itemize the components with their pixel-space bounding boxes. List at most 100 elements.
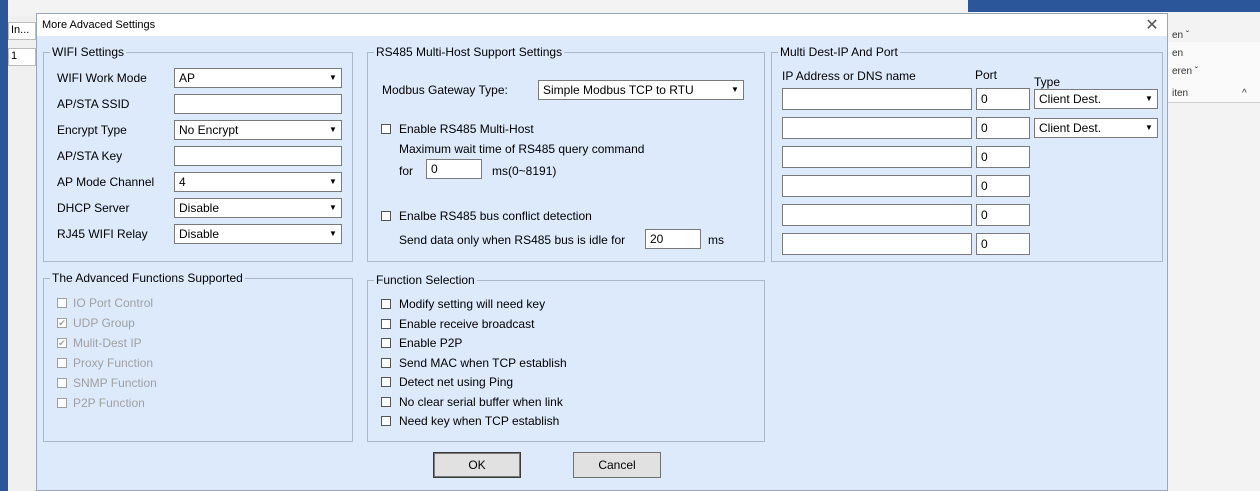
advanced-function-checkbox	[57, 298, 67, 308]
advanced-functions-group: The Advanced Functions Supported IO Port…	[43, 271, 353, 442]
idle-label: Send data only when RS485 bus is idle fo…	[399, 233, 626, 247]
cancel-button[interactable]: Cancel	[573, 452, 661, 478]
function-option-label: Enable receive broadcast	[399, 316, 535, 331]
dest-port-input[interactable]	[976, 146, 1030, 168]
advanced-function-label: Proxy Function	[73, 356, 154, 370]
ribbon-item[interactable]: en	[1172, 48, 1183, 59]
advanced-functions-legend: The Advanced Functions Supported	[50, 271, 245, 285]
encrypt-type-select[interactable]: No Encrypt ▼	[174, 120, 342, 140]
gateway-type-label: Modbus Gateway Type:	[382, 83, 508, 97]
collapse-ribbon-icon[interactable]: ^	[1242, 88, 1247, 99]
function-option-label: Send MAC when TCP establish	[399, 355, 567, 370]
dhcp-server-select[interactable]: Disable ▼	[174, 198, 342, 218]
conflict-detection-label: Enalbe RS485 bus conflict detection	[399, 209, 592, 223]
rj45-relay-select[interactable]: Disable ▼	[174, 224, 342, 244]
dest-type-value: Client Dest.	[1039, 92, 1102, 106]
wait-time-input[interactable]	[426, 159, 482, 179]
left-tab[interactable]: In...	[8, 22, 36, 40]
dialog-titlebar: More Advaced Settings ✕	[37, 14, 1167, 36]
enable-multihost-checkbox[interactable]	[381, 124, 391, 134]
dest-type-select[interactable]: Client Dest. ▼	[1034, 118, 1158, 138]
enable-multihost-label: Enable RS485 Multi-Host	[399, 122, 534, 136]
function-selection-group: Function Selection Modify setting will n…	[367, 273, 765, 442]
multi-dest-group: Multi Dest-IP And Port IP Address or DNS…	[771, 45, 1163, 262]
function-option-checkbox[interactable]	[381, 377, 391, 387]
advanced-function-checkbox	[57, 398, 67, 408]
close-icon[interactable]: ✕	[1142, 15, 1162, 35]
dest-type-select[interactable]: Client Dest. ▼	[1034, 89, 1158, 109]
rj45-relay-label: RJ45 WIFI Relay	[57, 227, 148, 241]
rs485-group: RS485 Multi-Host Support Settings Modbus…	[367, 45, 765, 262]
ip-column-header: IP Address or DNS name	[782, 69, 916, 83]
dest-port-input[interactable]	[976, 204, 1030, 226]
ssid-label: AP/STA SSID	[57, 97, 130, 111]
chevron-down-icon: ▼	[329, 203, 337, 212]
chevron-down-icon: ▼	[1145, 123, 1153, 132]
chevron-down-icon: ▼	[329, 73, 337, 82]
dest-ip-input[interactable]	[782, 88, 972, 110]
function-option-checkbox[interactable]	[381, 357, 391, 368]
advanced-function-label: UDP Group	[73, 316, 135, 330]
dialog-title: More Advaced Settings	[42, 19, 156, 31]
ribbon-item[interactable]: eren ˇ	[1172, 66, 1198, 77]
function-option-checkbox[interactable]	[381, 396, 391, 407]
ap-channel-select[interactable]: 4 ▼	[174, 172, 342, 192]
function-option-label: Modify setting will need key	[399, 297, 546, 311]
dest-ip-input[interactable]	[782, 175, 972, 197]
background-ribbon-bar	[968, 0, 1260, 12]
function-option-checkbox[interactable]	[381, 338, 391, 348]
row-number: 1	[8, 48, 36, 66]
chevron-down-icon: ▼	[731, 85, 739, 94]
wait-unit-label: ms(0~8191)	[492, 164, 557, 178]
wifi-settings-group: WIFI Settings WIFI Work Mode AP ▼ AP/STA …	[43, 45, 353, 262]
type-column-header: Type	[1034, 75, 1061, 89]
function-option-checkbox[interactable]	[381, 416, 391, 426]
function-option-checkbox[interactable]	[381, 318, 391, 329]
max-wait-label: Maximum wait time of RS485 query command	[399, 142, 645, 156]
multi-dest-legend: Multi Dest-IP And Port	[778, 45, 900, 59]
advanced-function-checkbox	[57, 358, 67, 368]
background-left-strip	[0, 0, 8, 491]
advanced-function-label: P2P Function	[73, 396, 145, 410]
dest-ip-input[interactable]	[782, 146, 972, 168]
chevron-down-icon: ▼	[329, 229, 337, 238]
dhcp-server-label: DHCP Server	[57, 201, 130, 215]
background-left-column: In... 1	[8, 16, 36, 491]
dest-ip-input[interactable]	[782, 233, 972, 255]
conflict-detection-checkbox[interactable]	[381, 211, 391, 221]
wifi-settings-legend: WIFI Settings	[50, 45, 127, 59]
ap-channel-label: AP Mode Channel	[57, 175, 155, 189]
ribbon-item[interactable]: en ˇ	[1172, 30, 1189, 41]
advanced-function-checkbox	[57, 378, 67, 388]
chevron-down-icon: ▼	[1145, 94, 1153, 103]
ssid-input[interactable]	[174, 94, 342, 114]
dest-port-input[interactable]	[976, 117, 1030, 139]
function-option-label: Enable P2P	[399, 336, 463, 350]
encrypt-type-label: Encrypt Type	[57, 123, 127, 137]
dest-type-value: Client Dest.	[1039, 121, 1102, 135]
ok-button[interactable]: OK	[433, 452, 521, 478]
sta-key-input[interactable]	[174, 146, 342, 166]
dest-ip-input[interactable]	[782, 204, 972, 226]
advanced-settings-dialog: More Advaced Settings ✕ WIFI Settings WI…	[36, 13, 1168, 491]
function-option-checkbox[interactable]	[381, 299, 391, 309]
for-label: for	[399, 164, 414, 178]
wifi-work-mode-label: WIFI Work Mode	[57, 71, 147, 85]
advanced-function-label: IO Port Control	[73, 296, 154, 310]
idle-time-input[interactable]	[645, 229, 701, 249]
advanced-function-label: SNMP Function	[73, 376, 157, 390]
advanced-function-checkbox: ✔	[57, 338, 67, 348]
dest-ip-input[interactable]	[782, 117, 972, 139]
port-column-header: Port	[975, 68, 998, 82]
chevron-down-icon: ▼	[329, 177, 337, 186]
rs485-legend: RS485 Multi-Host Support Settings	[374, 45, 565, 59]
dest-port-input[interactable]	[976, 175, 1030, 197]
sta-key-label: AP/STA Key	[57, 149, 123, 163]
gateway-type-select[interactable]: Simple Modbus TCP to RTU ▼	[538, 80, 744, 100]
chevron-down-icon: ▼	[329, 125, 337, 134]
dest-port-input[interactable]	[976, 233, 1030, 255]
advanced-function-label: Mulit-Dest IP	[73, 336, 142, 350]
wifi-work-mode-select[interactable]: AP ▼	[174, 68, 342, 88]
function-selection-legend: Function Selection	[374, 273, 477, 287]
dest-port-input[interactable]	[976, 88, 1030, 110]
